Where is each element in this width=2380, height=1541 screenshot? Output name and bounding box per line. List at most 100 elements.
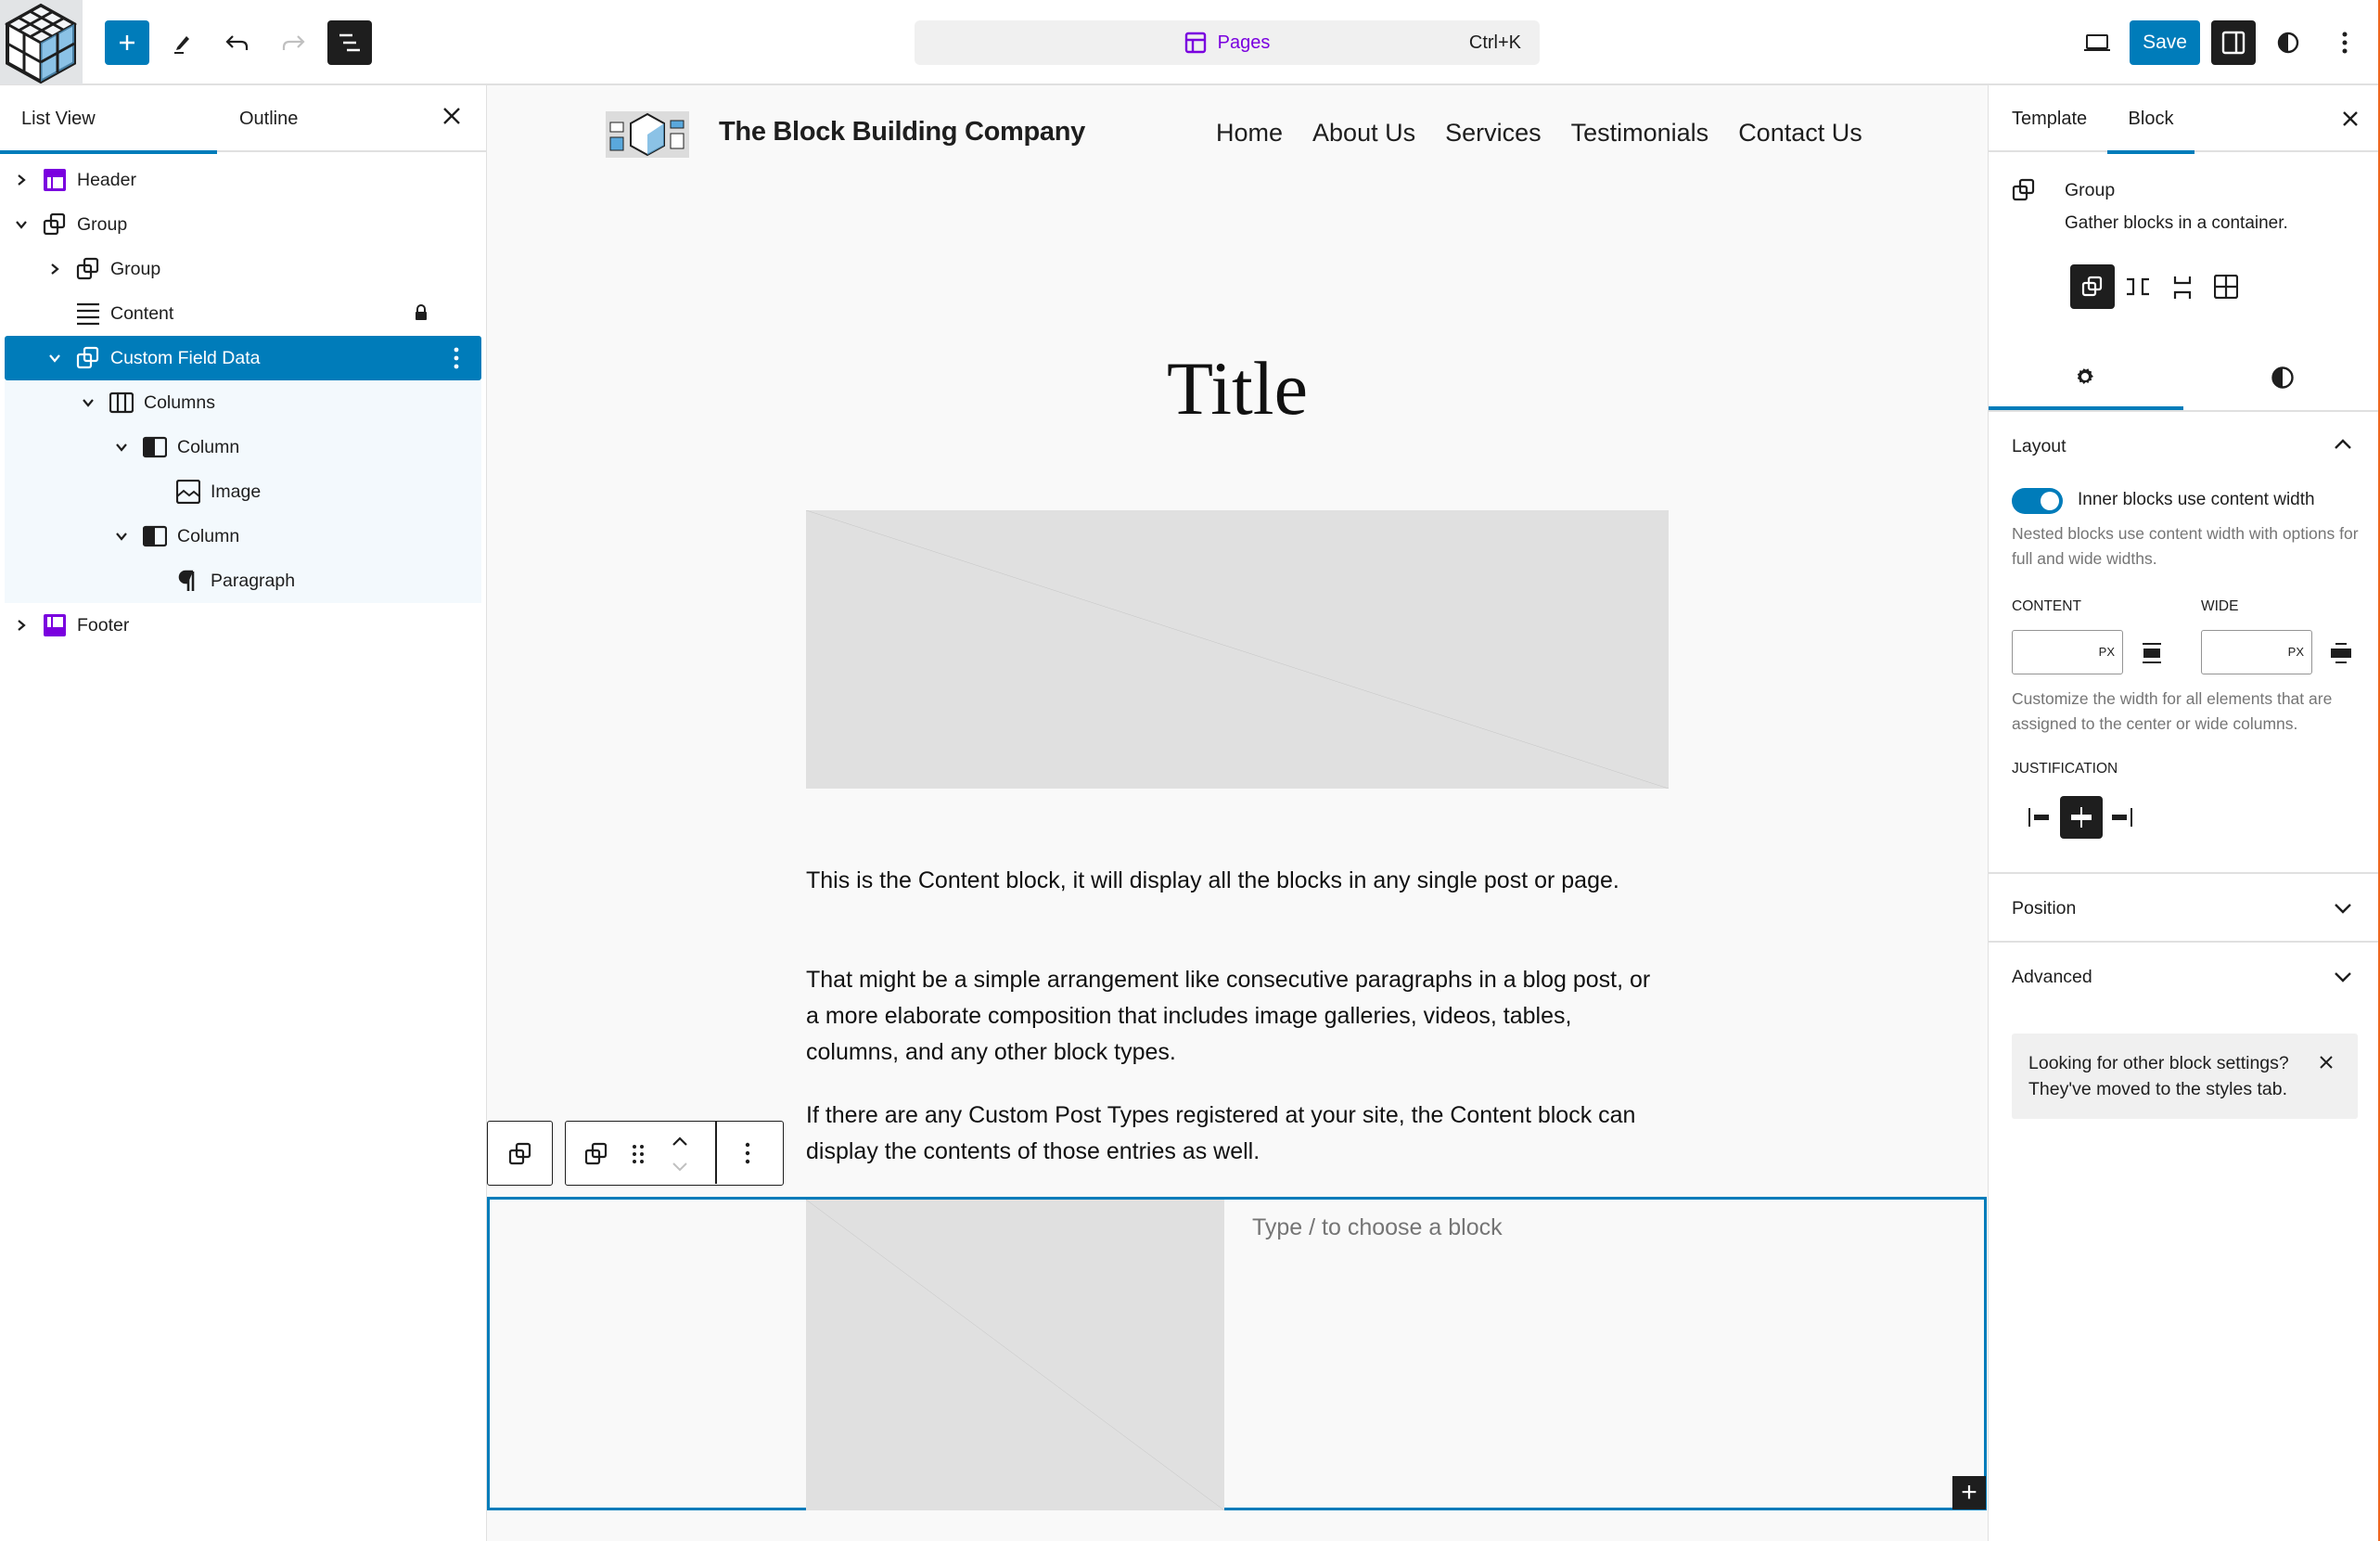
list-item-image[interactable]: Image (5, 469, 481, 514)
content-paragraph[interactable]: This is the Content block, it will displ… (806, 863, 1669, 899)
tab-template[interactable]: Template (2012, 85, 2087, 152)
plus-icon: + (1961, 1477, 1977, 1508)
close-icon (443, 108, 460, 124)
options-button[interactable] (2322, 20, 2367, 65)
tab-settings[interactable] (1989, 343, 2183, 410)
tab-list-view[interactable]: List View (0, 85, 217, 154)
sidebar-icon (2221, 31, 2246, 55)
site-logo-image[interactable] (606, 111, 689, 158)
featured-image-placeholder[interactable] (806, 510, 1669, 789)
advanced-panel-toggle[interactable]: Advanced (1989, 943, 2380, 1009)
nav-item-testimonials[interactable]: Testimonials (1571, 119, 1709, 148)
move-down-button[interactable] (672, 1161, 688, 1177)
select-parent-button[interactable] (487, 1121, 553, 1186)
list-item-custom-field-data[interactable]: Custom Field Data (5, 336, 481, 380)
justify-right-button[interactable] (2107, 796, 2141, 839)
site-icon-logo[interactable] (0, 0, 83, 84)
tools-button[interactable] (160, 20, 204, 65)
redo-button[interactable] (271, 20, 315, 65)
variation-stack-button[interactable] (2159, 264, 2204, 309)
drag-handle[interactable] (632, 1144, 645, 1169)
command-palette-shortcut: Ctrl+K (1468, 32, 1521, 53)
nav-item-about-us[interactable]: About Us (1312, 119, 1415, 148)
wide-width-input[interactable]: PX (2201, 630, 2312, 674)
variation-group-button[interactable] (2070, 264, 2115, 309)
chevron-right-icon[interactable] (47, 262, 62, 276)
list-item-paragraph[interactable]: Paragraph (5, 559, 481, 603)
block-appender-button[interactable]: + (1952, 1476, 1986, 1509)
save-button[interactable]: Save (2130, 20, 2200, 65)
close-list-view-button[interactable] (441, 106, 462, 130)
view-device-button[interactable] (2075, 20, 2119, 65)
site-title[interactable]: The Block Building Company (719, 117, 1085, 148)
align-center-width-icon (2143, 643, 2161, 663)
layout-panel-title[interactable]: Layout (2012, 436, 2067, 457)
block-options-button[interactable] (745, 1142, 750, 1169)
list-item-label: Column (177, 525, 240, 546)
list-item-label: Group (77, 213, 128, 235)
chevron-down-icon[interactable] (114, 529, 129, 544)
chevron-down-icon[interactable] (114, 440, 129, 455)
nav-item-services[interactable]: Services (1445, 119, 1542, 148)
list-item-label: Group (110, 258, 161, 279)
nav-item-home[interactable]: Home (1216, 119, 1283, 148)
list-view-tabs: List View Outline (0, 85, 486, 154)
styles-button[interactable] (2266, 20, 2310, 65)
list-item-group[interactable]: Group (5, 247, 481, 291)
variation-grid-button[interactable] (2204, 264, 2248, 309)
column-icon (142, 435, 168, 459)
settings-toggle-button[interactable] (2211, 20, 2256, 65)
block-type-switcher[interactable] (584, 1142, 608, 1171)
block-appender-placeholder[interactable]: Type / to choose a block (1252, 1214, 1503, 1241)
group-icon (76, 346, 100, 370)
navigation: Home About Us Services Testimonials Cont… (1216, 119, 1862, 148)
undo-button[interactable] (215, 20, 260, 65)
variation-row-button[interactable] (2115, 264, 2159, 309)
content-paragraph[interactable]: That might be a simple arrangement like … (806, 962, 1669, 1071)
chevron-down-icon[interactable] (14, 217, 29, 232)
tab-outline[interactable]: Outline (239, 85, 298, 152)
toggle-label: Inner blocks use content width (2078, 490, 2315, 509)
move-up-button[interactable] (672, 1135, 688, 1151)
list-item-column[interactable]: Column (5, 425, 481, 469)
chevron-right-icon[interactable] (14, 173, 29, 187)
content-width-toggle[interactable] (2012, 488, 2063, 514)
divider (1989, 410, 2380, 412)
more-vertical-icon[interactable] (454, 347, 459, 375)
column-image-placeholder[interactable] (806, 1200, 1224, 1510)
tab-block[interactable]: Block (2107, 85, 2194, 154)
add-block-button[interactable] (105, 20, 149, 65)
tab-styles[interactable] (2183, 343, 2380, 410)
template-part-header-icon (43, 168, 67, 192)
list-item-footer[interactable]: Footer (5, 603, 481, 648)
chevron-down-icon[interactable] (47, 351, 62, 366)
close-icon[interactable] (2319, 1055, 2334, 1070)
notice-text: Looking for other block settings? They'v… (2028, 1053, 2289, 1099)
list-item-header[interactable]: Header (5, 158, 481, 202)
post-content-icon (76, 302, 100, 326)
chevron-up-icon[interactable] (2334, 438, 2352, 451)
list-item-content[interactable]: Content (5, 291, 481, 336)
editor-canvas[interactable]: The Block Building Company Home About Us… (487, 85, 1988, 1541)
document-overview-button[interactable] (327, 20, 372, 65)
content-paragraph[interactable]: If there are any Custom Post Types regis… (806, 1098, 1669, 1170)
list-item-label: Column (177, 436, 240, 457)
selected-group-block[interactable]: Type / to choose a block + (487, 1197, 1987, 1510)
unit-label: PX (2098, 645, 2115, 659)
list-item-group[interactable]: Group (5, 202, 481, 247)
command-palette-button[interactable]: Pages Ctrl+K (915, 20, 1540, 65)
pencil-icon (174, 36, 189, 54)
close-settings-button[interactable] (2341, 108, 2360, 132)
justify-center-button[interactable] (2060, 796, 2103, 839)
list-item-column[interactable]: Column (5, 514, 481, 559)
justify-left-button[interactable] (2024, 796, 2057, 839)
chevron-right-icon[interactable] (14, 618, 29, 633)
chevron-down-icon[interactable] (81, 395, 96, 410)
nav-item-contact-us[interactable]: Contact Us (1738, 119, 1862, 148)
position-panel-title: Position (2012, 898, 2077, 918)
group-icon (508, 1142, 531, 1165)
list-item-columns[interactable]: Columns (5, 380, 481, 425)
position-panel-toggle[interactable]: Position (1989, 874, 2380, 941)
page-title[interactable]: Title (487, 345, 1988, 432)
content-width-input[interactable]: PX (2012, 630, 2123, 674)
